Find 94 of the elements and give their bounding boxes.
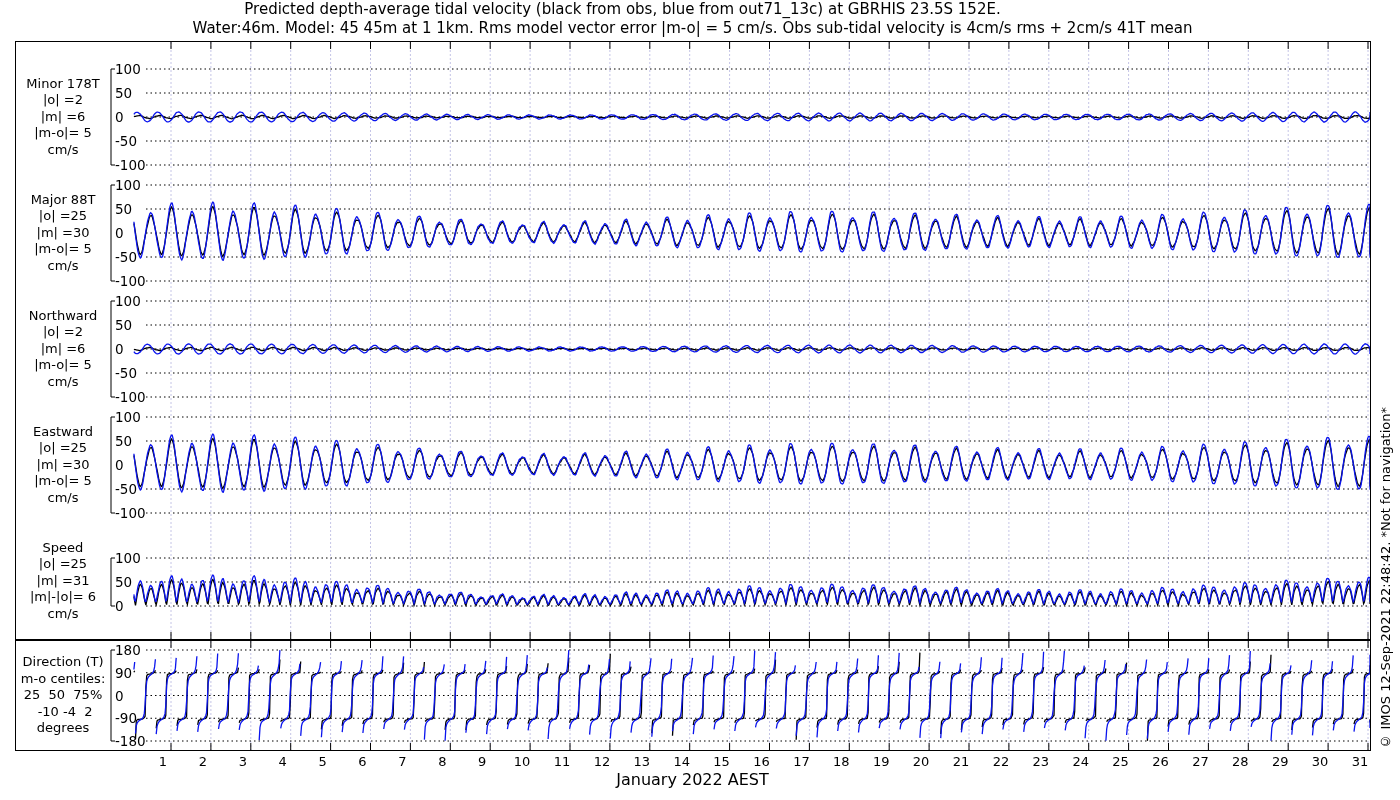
panel-label: |m| =30	[36, 224, 90, 242]
panel-label: cm/s	[47, 257, 79, 275]
panel-label: 25 50 75%	[23, 687, 103, 704]
y-tick-label: 100	[115, 550, 141, 566]
x-tick-label: 2	[198, 754, 208, 769]
x-tick-label: 6	[358, 754, 367, 769]
panel-label: |m| =6	[40, 108, 86, 126]
y-tick-label: 0	[115, 109, 124, 125]
y-tick-label: 50	[115, 433, 133, 449]
y-tick-label: -100	[115, 389, 146, 405]
panel-label: Minor 178T	[26, 75, 100, 93]
y-tick-label: -50	[115, 133, 138, 149]
panel-label: degrees	[36, 720, 90, 737]
y-tick-label: -180	[115, 733, 146, 749]
x-tick-label: 20	[912, 754, 930, 769]
panel-label: |m| =6	[40, 340, 86, 358]
x-tick-label: 7	[398, 754, 407, 769]
x-tick-label: 10	[513, 754, 531, 769]
chart-title: Water:46m. Model: 45 45m at 1 1km. Rms model vector error |m-o| = 5 cm/s. Obs sub-tidal velocity is 4cm/s rms + 2cm/s 41T mean	[192, 19, 1193, 38]
y-tick-label: 100	[115, 293, 141, 309]
y-tick-label: 180	[115, 642, 141, 658]
y-tick-label: 0	[115, 341, 124, 357]
x-tick-label: 1	[158, 754, 168, 769]
x-tick-label: 27	[1192, 754, 1209, 769]
panel-label: |o| =25	[38, 556, 88, 573]
x-tick-label: 30	[1311, 754, 1329, 769]
x-tick-label: 19	[872, 754, 890, 769]
y-tick-label: 50	[115, 574, 133, 590]
x-tick-label: 13	[633, 754, 651, 769]
x-tick-label: 17	[793, 754, 810, 769]
panel-label: |o| =2	[43, 324, 83, 341]
x-tick-label: 9	[478, 754, 487, 769]
panel-label: Direction (T)	[22, 654, 104, 671]
y-tick-label: 0	[115, 598, 124, 614]
y-tick-label: -100	[115, 505, 146, 521]
y-tick-label: 90	[115, 664, 133, 681]
panel-label: cm/s	[47, 373, 79, 391]
panel-label: |m-o|= 5	[34, 241, 92, 258]
x-tick-label: 25	[1112, 754, 1129, 769]
x-tick-label: 28	[1232, 754, 1249, 769]
x-tick-label: 12	[593, 754, 611, 769]
panel-label: Speed	[42, 539, 84, 557]
chart-title: Predicted depth-average tidal velocity (black from obs, blue from out71_13c) at GBRHIS 23.5S 152E.	[244, 0, 1002, 19]
y-tick-label: -50	[115, 249, 138, 265]
x-tick-label: 22	[992, 754, 1010, 769]
panel-label: |o| =2	[43, 92, 83, 109]
x-tick-label: 23	[1032, 754, 1050, 769]
y-axis	[110, 557, 116, 607]
y-tick-label: 0	[115, 687, 124, 704]
panel-label: cm/s	[47, 605, 79, 623]
x-tick-label: 3	[238, 754, 247, 769]
credit-note: © IMOS 12-Sep-2021 22:48:42. *Not for navigation*	[1377, 407, 1394, 749]
y-tick-label: 100	[115, 61, 141, 77]
y-tick-label: 0	[115, 225, 124, 241]
x-tick-label: 24	[1072, 754, 1089, 769]
panel-label: |m|-|o|= 6	[29, 589, 97, 606]
panel-label: |m-o|= 5	[34, 125, 92, 142]
panel-label: Northward	[28, 307, 98, 325]
y-tick-label: 100	[115, 409, 141, 425]
x-tick-label: 29	[1271, 754, 1289, 769]
y-tick-label: -100	[115, 157, 146, 173]
y-tick-label: -100	[115, 273, 146, 289]
panel-label: |o| =25	[38, 440, 88, 457]
x-tick-label: 31	[1351, 754, 1369, 769]
panel-label: cm/s	[47, 489, 79, 507]
y-tick-label: -50	[115, 365, 138, 381]
y-tick-label: 50	[115, 201, 133, 217]
panel-label: Eastward	[33, 423, 93, 441]
y-tick-label: -90	[115, 710, 138, 727]
panel-label: cm/s	[47, 141, 79, 159]
panel-label: m-o centiles:	[20, 670, 106, 688]
y-tick-label: 0	[115, 457, 124, 473]
x-tick-label: 8	[438, 754, 447, 769]
x-tick-label: 14	[673, 754, 690, 769]
y-tick-label: 50	[115, 85, 133, 101]
panel-label: Major 88T	[30, 191, 96, 209]
panel-label: |o| =25	[38, 208, 88, 225]
y-tick-label: -50	[115, 481, 138, 497]
x-tick-label: 5	[318, 754, 327, 769]
panel-label: |m-o|= 5	[34, 473, 92, 490]
x-tick-label: 4	[278, 754, 287, 769]
x-axis-label: January 2022 AEST	[616, 771, 769, 789]
x-tick-label: 26	[1152, 754, 1169, 769]
y-tick-label: 50	[115, 317, 133, 333]
x-tick-label: 15	[713, 754, 730, 769]
x-tick-label: 16	[753, 754, 770, 769]
x-tick-label: 11	[553, 754, 571, 769]
panel-label: -10 -4 2	[36, 703, 93, 721]
panel-label: |m| =30	[36, 456, 90, 474]
x-tick-label: 18	[833, 754, 850, 769]
x-tick-label: 21	[952, 754, 970, 769]
panel-label: |m-o|= 5	[34, 357, 92, 374]
y-tick-label: 100	[115, 177, 141, 193]
panel-label: |m| =31	[36, 572, 90, 590]
